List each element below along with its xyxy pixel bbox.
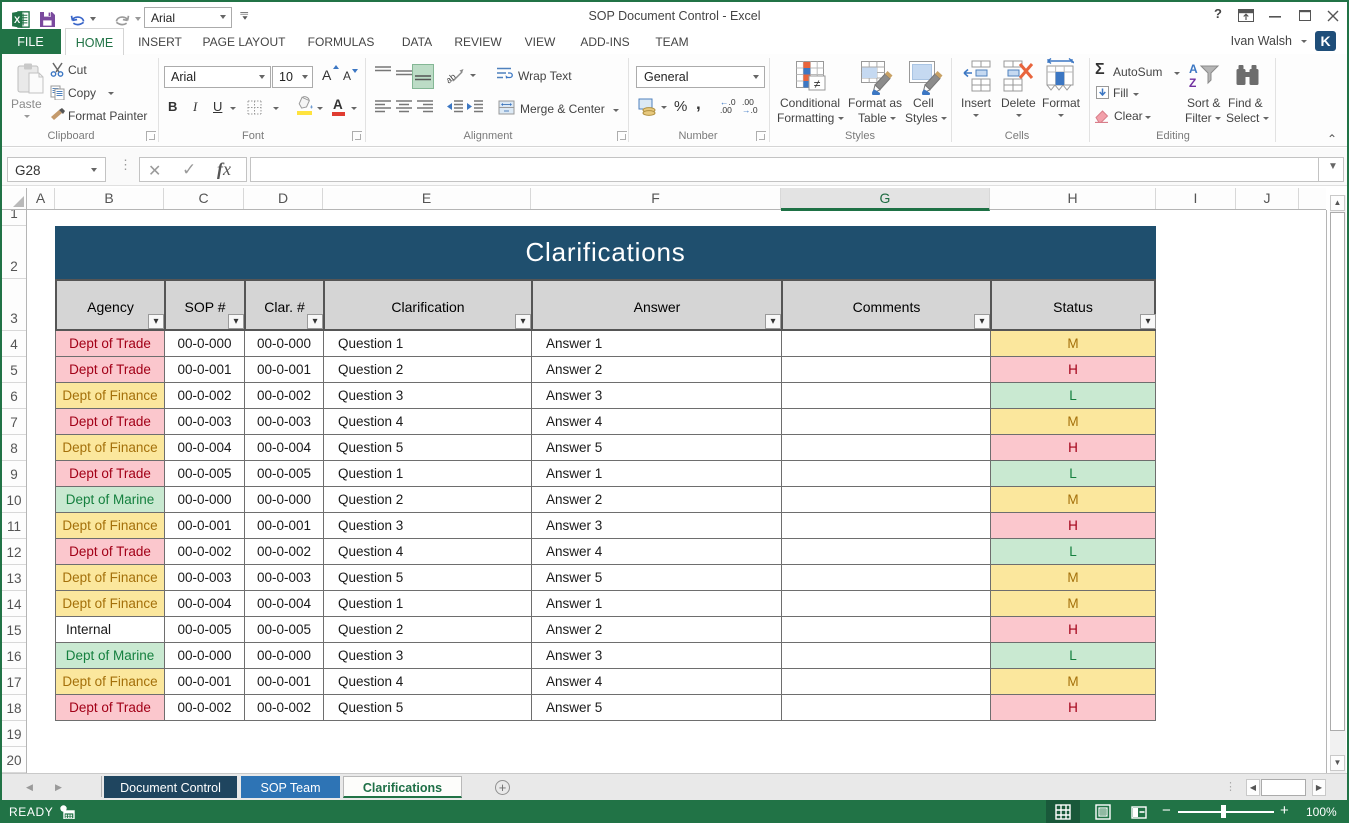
svg-text:A: A [1189,62,1198,76]
svg-text:Z: Z [1189,76,1196,89]
svg-text:≠: ≠ [814,77,821,91]
svg-text:X: X [14,15,21,25]
